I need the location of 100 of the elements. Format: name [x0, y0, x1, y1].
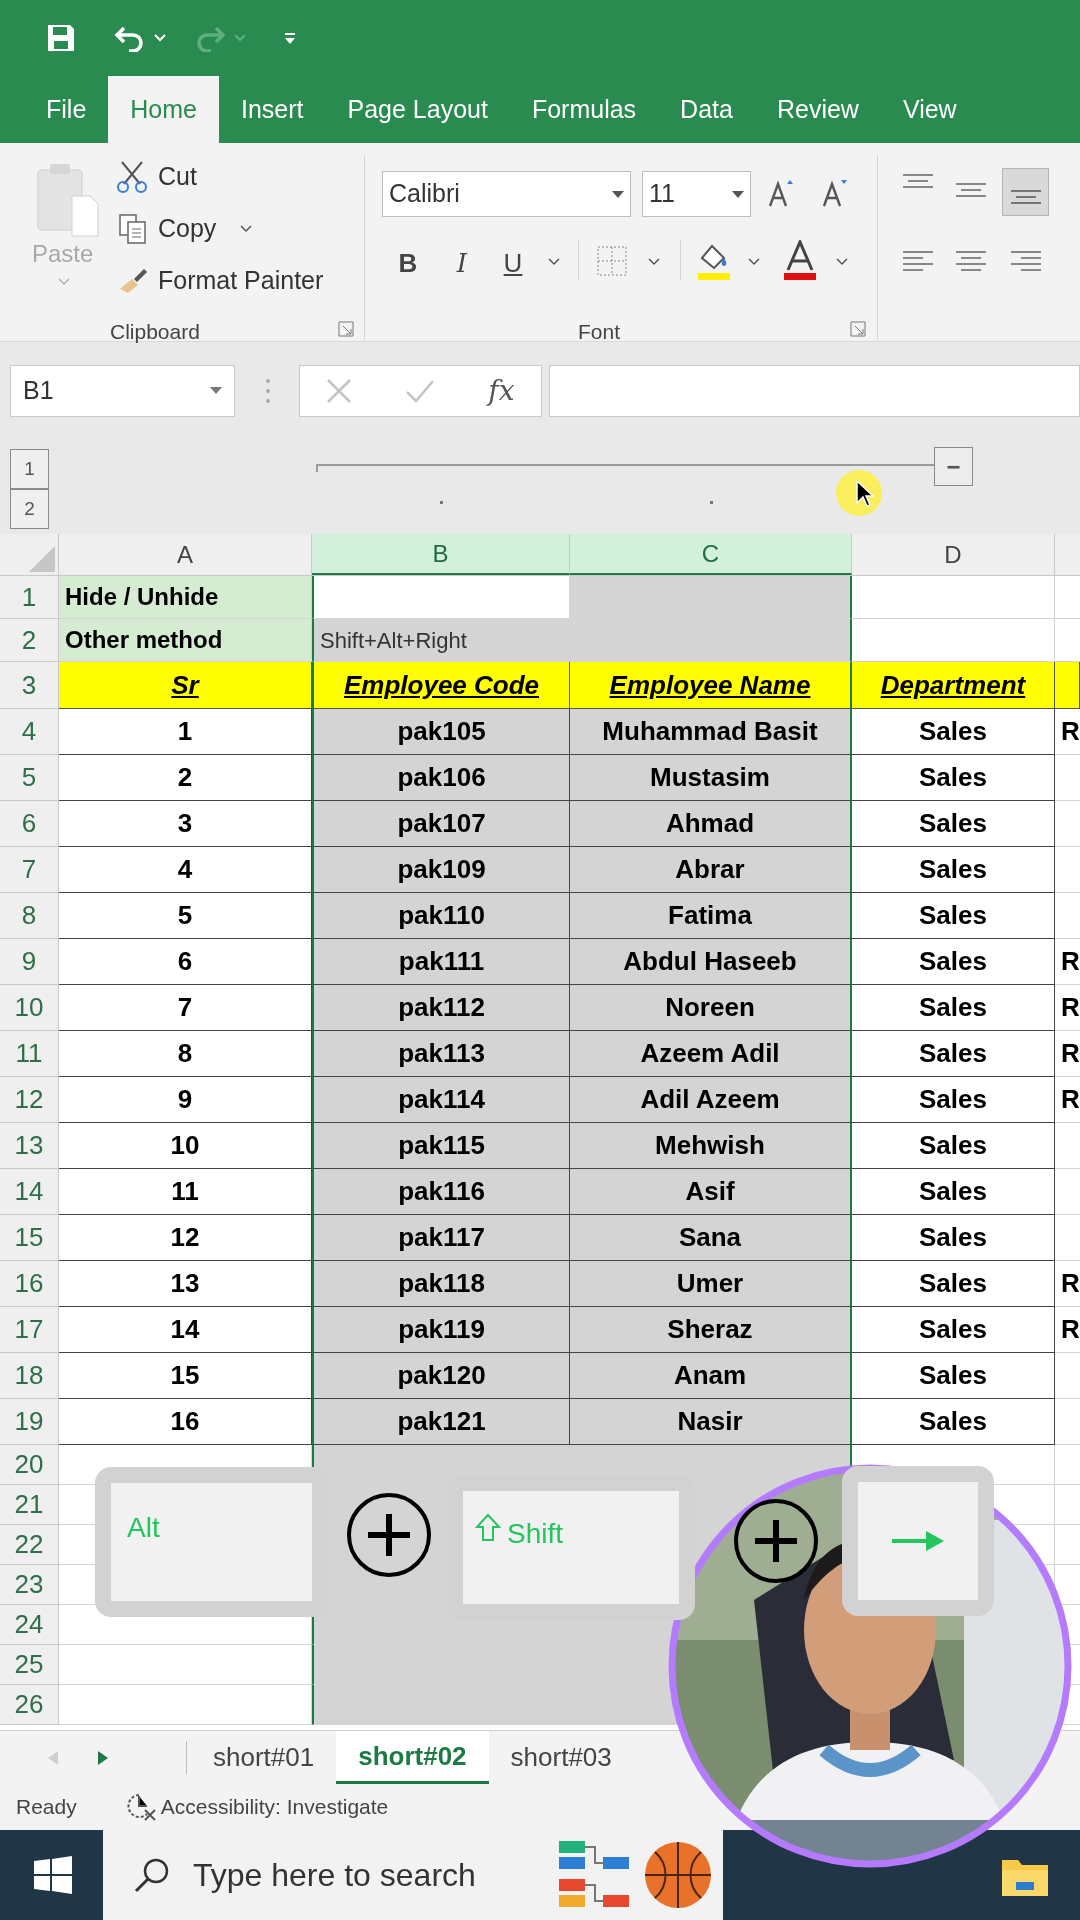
table-cell: 8 — [59, 1031, 312, 1077]
ribbon-tab[interactable]: Review — [754, 76, 881, 143]
align-bottom-button[interactable] — [1002, 168, 1049, 216]
ribbon-tab[interactable]: Home — [108, 76, 219, 143]
row-header[interactable]: 15 — [0, 1215, 59, 1261]
row-header[interactable]: 22 — [0, 1525, 59, 1565]
row-header[interactable]: 11 — [0, 1031, 59, 1077]
font-name-dropdown[interactable]: Calibri — [382, 171, 631, 217]
row-header[interactable]: 7 — [0, 847, 59, 893]
ribbon-tab[interactable]: View — [880, 76, 979, 143]
row-header[interactable]: 6 — [0, 801, 59, 847]
table-cell: 3 — [59, 801, 312, 847]
caret-icon[interactable] — [836, 258, 848, 266]
align-bottom-icon — [1009, 187, 1042, 207]
row-header[interactable]: 17 — [0, 1307, 59, 1353]
font-color-icon[interactable] — [782, 240, 818, 280]
format-painter-button[interactable]: Format Painter — [118, 262, 324, 300]
table-cell: 11 — [59, 1169, 312, 1215]
scroll-right-icon[interactable] — [98, 1750, 108, 1765]
row-header[interactable]: 19 — [0, 1399, 59, 1445]
table-cell: 9 — [59, 1077, 312, 1123]
decrease-font-size-icon[interactable] — [822, 178, 850, 208]
font-size-dropdown[interactable]: 11 — [642, 171, 751, 217]
basketball-icon[interactable] — [643, 1840, 713, 1910]
row-header[interactable]: 10 — [0, 985, 59, 1031]
windows-start-icon[interactable] — [34, 1856, 72, 1894]
cut-button[interactable]: Cut — [116, 158, 197, 196]
dialog-launcher-icon[interactable] — [850, 321, 866, 337]
column-header[interactable]: B — [312, 534, 570, 575]
save-icon[interactable] — [46, 23, 76, 53]
table-cell: pak115 — [312, 1123, 570, 1169]
insert-function-button[interactable]: fx — [488, 369, 515, 412]
outline-level-button[interactable]: 1 — [10, 449, 49, 489]
row-header[interactable]: 18 — [0, 1353, 59, 1399]
sheet-tab[interactable]: short#03 — [488, 1731, 634, 1784]
table-cell: 10 — [59, 1123, 312, 1169]
table-cell: 1 — [59, 709, 312, 755]
row-header[interactable]: 20 — [0, 1445, 59, 1485]
table-cell: Nasir — [570, 1399, 852, 1445]
caret-icon[interactable] — [548, 258, 560, 266]
row-header[interactable]: 4 — [0, 709, 59, 755]
row-header[interactable]: 12 — [0, 1077, 59, 1123]
italic-button[interactable]: I — [450, 244, 474, 278]
row-header[interactable]: 14 — [0, 1169, 59, 1215]
align-center-icon[interactable] — [955, 250, 987, 272]
table-cell: 4 — [59, 847, 312, 893]
table-cell: Abrar — [570, 847, 852, 893]
increase-font-size-icon[interactable] — [768, 178, 796, 208]
bold-button[interactable]: B — [394, 244, 422, 278]
table-cell: 15 — [59, 1353, 312, 1399]
dialog-launcher-icon[interactable] — [338, 321, 354, 337]
customize-toolbar-icon[interactable] — [284, 31, 296, 45]
active-cell[interactable] — [312, 576, 570, 619]
outline-level-button[interactable]: 2 — [10, 489, 49, 529]
table-cell: Sales — [852, 1031, 1055, 1077]
undo-icon[interactable] — [114, 24, 146, 52]
caret-icon — [612, 190, 624, 198]
ribbon-tab[interactable]: Insert — [219, 76, 326, 143]
ribbon-tab[interactable]: Formulas — [509, 76, 659, 143]
row-header[interactable]: 9 — [0, 939, 59, 985]
row-header[interactable]: 1 — [0, 576, 59, 619]
sheet-tab[interactable]: short#01 — [191, 1731, 337, 1784]
paintbrush-icon — [118, 266, 148, 295]
name-box[interactable]: B1 — [10, 364, 235, 417]
row-header[interactable]: 26 — [0, 1685, 59, 1725]
ribbon-tab[interactable]: Page Layout — [325, 76, 510, 143]
row-header[interactable]: 8 — [0, 893, 59, 939]
align-right-icon[interactable] — [1010, 250, 1042, 272]
taskbar-search-field[interactable]: Type here to search — [103, 1830, 555, 1920]
ribbon-tab[interactable]: File — [24, 76, 109, 143]
row-header[interactable]: 23 — [0, 1565, 59, 1605]
accessibility-status[interactable]: Accessibility: Investigate — [160, 1791, 389, 1823]
column-header[interactable]: D — [852, 534, 1055, 575]
table-cell: Sana — [570, 1215, 852, 1261]
table-cell: Shift+Alt+Right — [312, 619, 570, 662]
caret-icon — [210, 387, 222, 394]
collapse-button[interactable]: − — [934, 447, 973, 486]
row-header[interactable]: 5 — [0, 755, 59, 801]
copy-button[interactable]: Copy — [118, 210, 253, 248]
row-header[interactable]: 21 — [0, 1485, 59, 1525]
align-left-icon[interactable] — [902, 250, 934, 272]
shift-arrow-icon — [475, 1513, 501, 1543]
sheet-tab[interactable]: short#02 — [336, 1731, 489, 1784]
row-header[interactable]: 16 — [0, 1261, 59, 1307]
row-header[interactable]: 3 — [0, 662, 59, 709]
table-cell: Fatima — [570, 893, 852, 939]
column-header[interactable]: C — [570, 534, 852, 575]
table-cell: 16 — [59, 1399, 312, 1445]
checkmark-icon[interactable] — [405, 378, 436, 403]
align-middle-icon[interactable] — [955, 180, 987, 200]
row-header[interactable]: 25 — [0, 1645, 59, 1685]
caret-icon[interactable] — [748, 258, 760, 266]
accessibility-icon[interactable] — [124, 1792, 159, 1822]
underline-button[interactable]: U — [500, 244, 526, 278]
caret-icon[interactable] — [648, 258, 660, 266]
row-header[interactable]: 13 — [0, 1123, 59, 1169]
row-header[interactable]: 24 — [0, 1605, 59, 1645]
ribbon-tab[interactable]: Data — [658, 76, 755, 143]
row-header[interactable]: 2 — [0, 619, 59, 662]
formula-input[interactable] — [549, 364, 1080, 417]
